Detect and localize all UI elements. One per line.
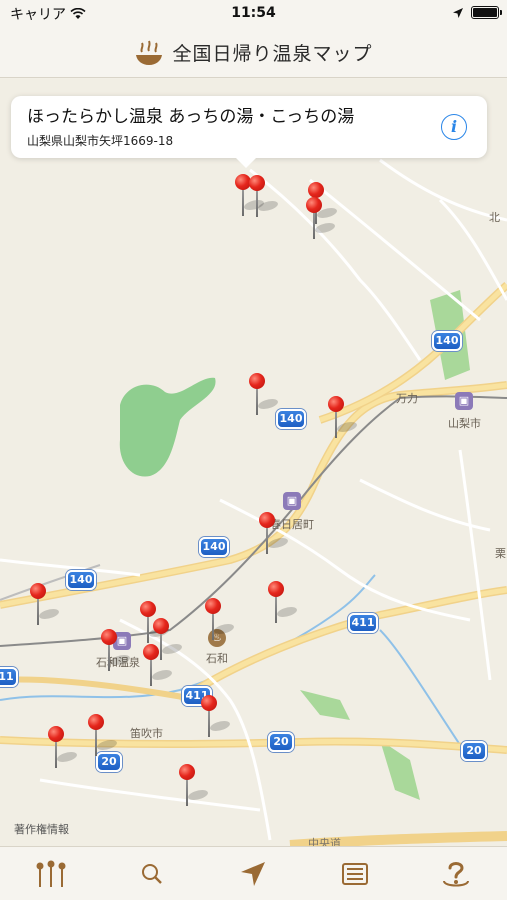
list-tab[interactable] xyxy=(330,854,380,894)
tab-bar xyxy=(0,846,507,900)
onsen-pin[interactable] xyxy=(88,714,121,758)
nav-bar: 全国日帰り温泉マップ xyxy=(0,28,507,78)
route-shield-140: 140 xyxy=(432,331,462,351)
onsen-pin[interactable] xyxy=(205,598,238,642)
onsen-pin[interactable] xyxy=(30,583,63,627)
onsen-pin[interactable] xyxy=(201,695,234,739)
help-tab[interactable] xyxy=(431,854,481,894)
place-label-fuefukishi: 笛吹市 xyxy=(130,727,163,740)
location-tab[interactable] xyxy=(228,854,278,894)
callout-address: 山梨県山梨市矢坪1669-18 xyxy=(27,134,174,148)
onsen-list-tab[interactable] xyxy=(26,854,76,894)
place-label-kita: 北 xyxy=(489,211,500,224)
status-right-group xyxy=(453,6,502,19)
list-icon xyxy=(341,862,368,885)
location-services-icon xyxy=(453,7,463,18)
place-label-mangata: 万力 xyxy=(396,392,418,405)
onsen-pin[interactable] xyxy=(328,396,361,440)
map-view[interactable]: 140 140 140 140 411 411 11 20 20 20 ▣ 山梨… xyxy=(0,79,507,846)
info-button[interactable]: i xyxy=(441,114,467,140)
place-label-kasugaimachi: 春日居町 xyxy=(270,518,314,531)
route-shield-140: 140 xyxy=(199,537,229,557)
onsen-pin[interactable] xyxy=(306,197,339,241)
onsen-callout[interactable]: ほったらかし温泉 あっちの湯・こっちの湯 山梨県山梨市矢坪1669-18 i xyxy=(11,96,487,168)
onsen-pin[interactable] xyxy=(48,726,81,770)
place-label-kuri: 栗 xyxy=(495,547,506,560)
route-shield-411: 411 xyxy=(348,613,378,633)
page-title: 全国日帰り温泉マップ xyxy=(172,43,373,65)
search-icon xyxy=(142,863,162,884)
status-time: 11:54 xyxy=(231,5,276,21)
callout-title: ほったらかし温泉 あっちの湯・こっちの湯 xyxy=(27,107,355,127)
place-label-yamanashishi: 山梨市 xyxy=(448,417,481,430)
route-shield-140: 140 xyxy=(276,409,306,429)
battery-fill xyxy=(473,8,497,17)
onsen-pin[interactable] xyxy=(143,644,176,688)
onsen-pin[interactable] xyxy=(259,512,292,556)
route-shield-20: 20 xyxy=(268,732,294,752)
onsen-pin[interactable] xyxy=(101,629,134,673)
station-icon: ▣ xyxy=(455,392,473,410)
route-shield-11: 11 xyxy=(0,667,18,687)
onsen-pin[interactable] xyxy=(179,764,212,808)
place-label-isawa: 石和 xyxy=(206,652,228,665)
route-shield-140: 140 xyxy=(66,570,96,590)
station-icon: ▣ xyxy=(283,492,301,510)
route-shield-20: 20 xyxy=(461,741,487,761)
onsen-bowl-icon xyxy=(136,40,163,65)
onsen-pin[interactable] xyxy=(249,175,282,219)
search-tab[interactable] xyxy=(127,854,177,894)
map-attribution-link[interactable]: 著作権情報 xyxy=(14,821,69,837)
place-label-bottom-road: 中央道 xyxy=(308,837,341,846)
onsen-pin[interactable] xyxy=(249,373,282,417)
location-arrow-icon xyxy=(241,861,266,886)
battery-icon xyxy=(471,6,502,19)
thermometers-icon xyxy=(36,860,66,887)
onsen-pin[interactable] xyxy=(268,581,301,625)
status-bar: キャリア 11:54 xyxy=(0,0,507,28)
help-icon xyxy=(443,861,470,886)
